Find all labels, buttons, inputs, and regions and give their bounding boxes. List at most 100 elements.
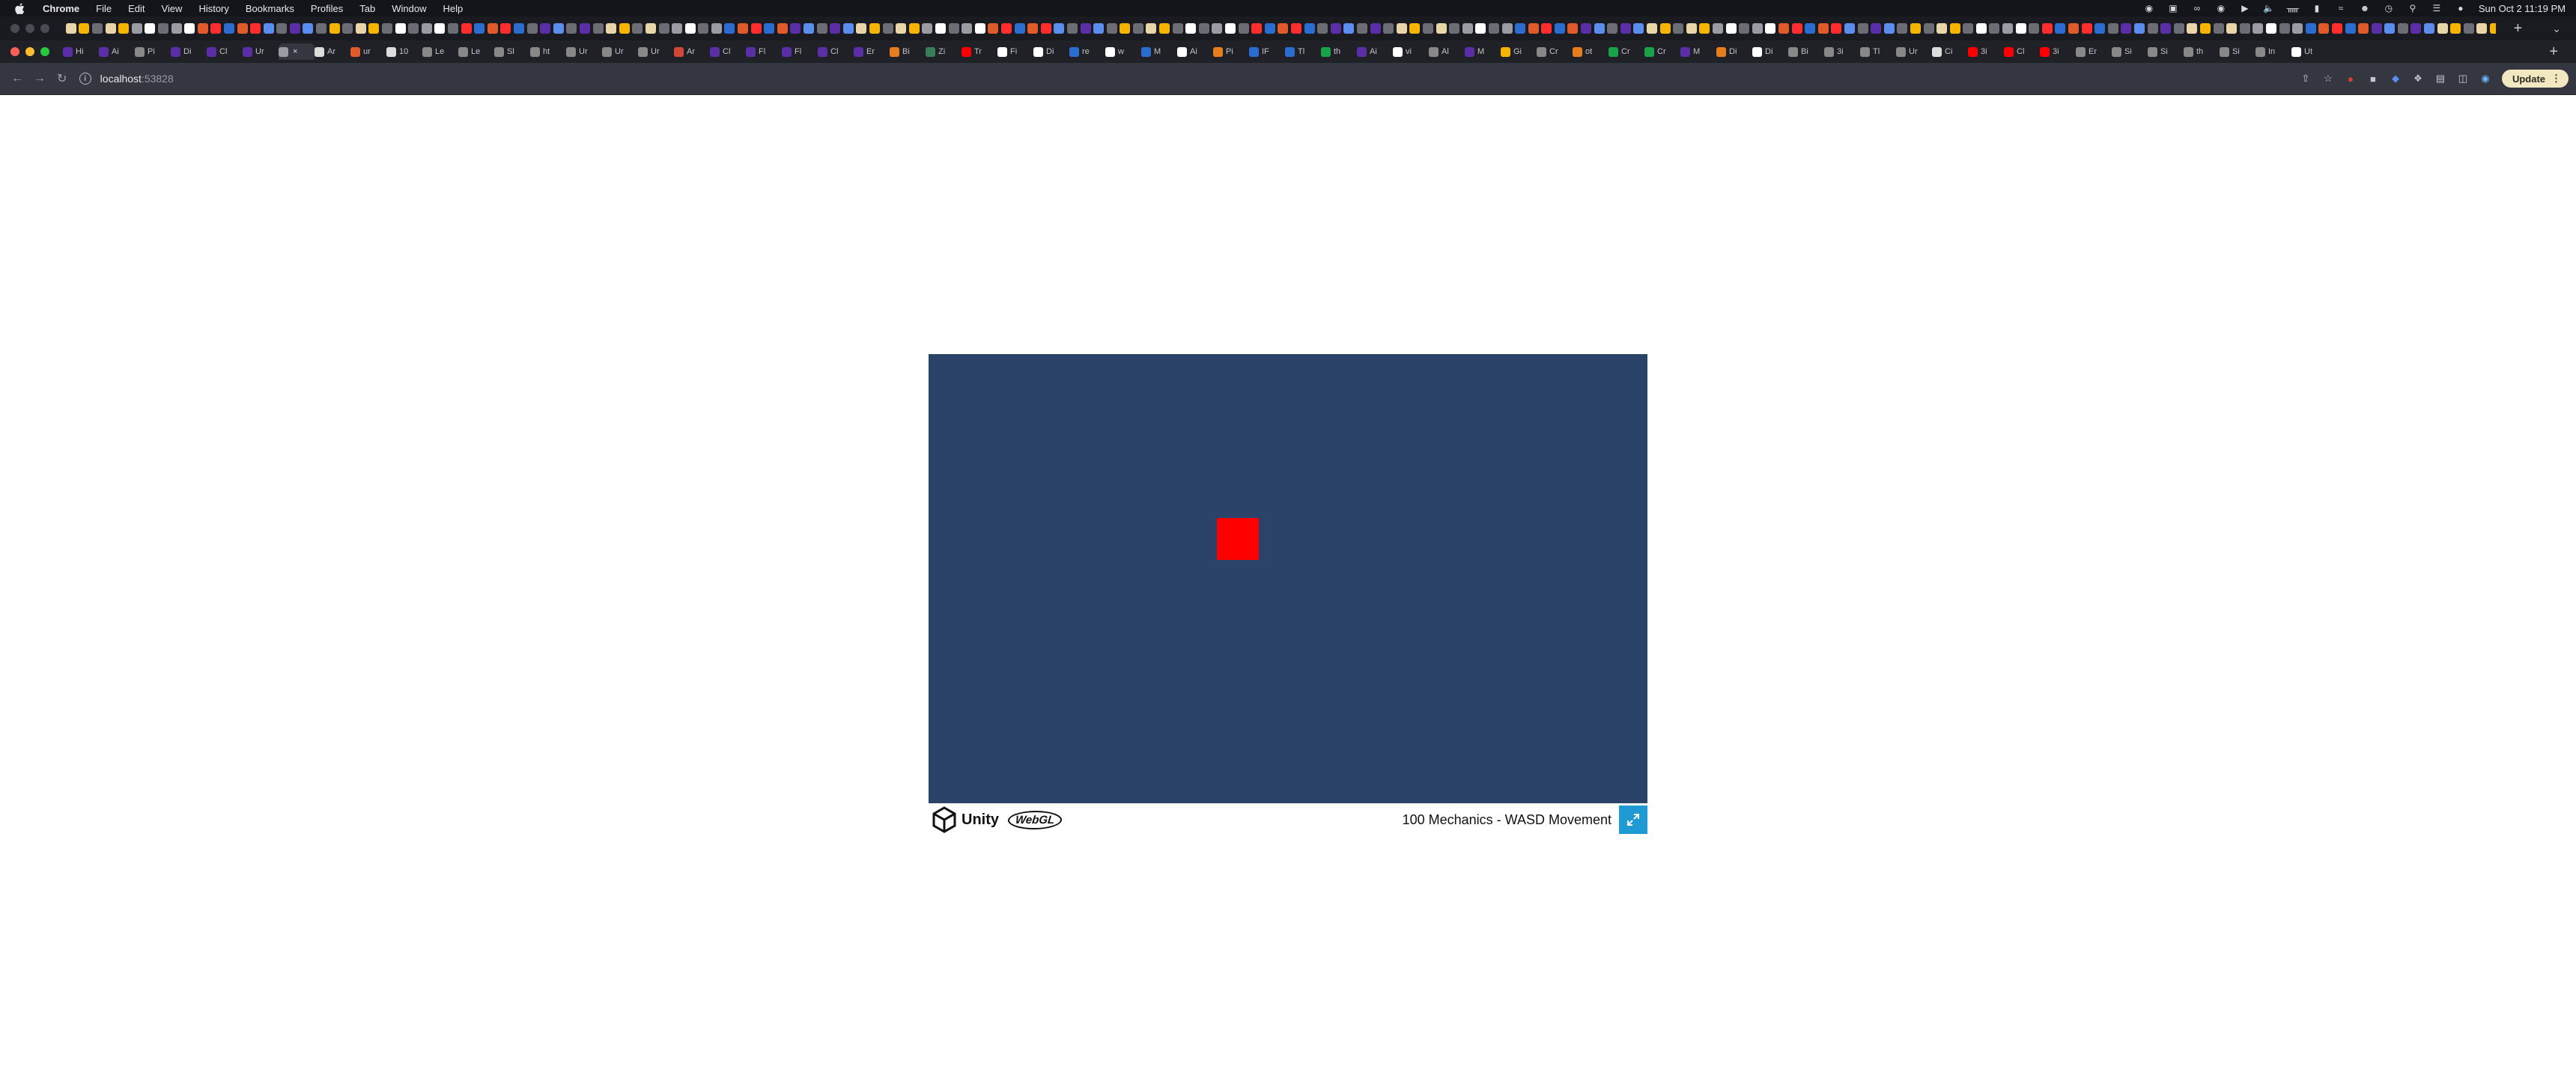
- browser-tab[interactable]: Di: [1752, 43, 1788, 60]
- unity-game-canvas[interactable]: [929, 354, 1647, 803]
- pinned-tab[interactable]: [1278, 23, 1289, 34]
- pinned-tab[interactable]: [1066, 23, 1078, 34]
- pinned-tab[interactable]: [2253, 23, 2264, 34]
- pinned-tab[interactable]: [1120, 23, 1131, 34]
- browser-tab[interactable]: Fl: [746, 43, 782, 60]
- pinned-tab[interactable]: [1923, 23, 1934, 34]
- menu-window[interactable]: Window: [383, 3, 434, 14]
- battery-icon[interactable]: ▮: [2311, 3, 2323, 13]
- pinned-tab[interactable]: [2331, 23, 2342, 34]
- browser-tab[interactable]: M: [1465, 43, 1501, 60]
- pinned-tab[interactable]: [171, 23, 182, 34]
- pinned-tab[interactable]: [2121, 23, 2132, 34]
- pinned-tab[interactable]: [1159, 23, 1170, 34]
- pinned-tab[interactable]: [1817, 23, 1829, 34]
- extension-gray-icon[interactable]: ■: [2367, 73, 2379, 85]
- pinned-tab[interactable]: [355, 23, 366, 34]
- pinned-tab[interactable]: [1501, 23, 1513, 34]
- pinned-tab[interactable]: [2134, 23, 2145, 34]
- pinned-tab[interactable]: [2160, 23, 2172, 34]
- pinned-tab[interactable]: [1949, 23, 1960, 34]
- pinned-tab[interactable]: [461, 23, 472, 34]
- pinned-tab[interactable]: [421, 23, 432, 34]
- browser-tab[interactable]: Ai: [99, 43, 135, 60]
- pinned-tab[interactable]: [2318, 23, 2330, 34]
- pinned-tab[interactable]: [1739, 23, 1750, 34]
- pinned-tab[interactable]: [1040, 23, 1051, 34]
- pinned-tab[interactable]: [1805, 23, 1816, 34]
- pinned-tab[interactable]: [1515, 23, 1526, 34]
- browser-tab[interactable]: Fl: [782, 43, 818, 60]
- pinned-tab[interactable]: [922, 23, 933, 34]
- update-button[interactable]: Update ⋮: [2501, 70, 2569, 88]
- pinned-tab[interactable]: [1844, 23, 1855, 34]
- close-tab-icon[interactable]: ×: [293, 47, 297, 56]
- browser-tab[interactable]: Ur: [638, 43, 674, 60]
- browser-tab[interactable]: Er: [2076, 43, 2112, 60]
- pinned-tab[interactable]: [1765, 23, 1776, 34]
- minimize-window-button[interactable]: [25, 47, 34, 56]
- pinned-tab[interactable]: [908, 23, 920, 34]
- pinned-tab[interactable]: [553, 23, 564, 34]
- pinned-tab[interactable]: [672, 23, 683, 34]
- site-info-icon[interactable]: i: [79, 73, 91, 85]
- pinned-tab[interactable]: [448, 23, 459, 34]
- browser-tab[interactable]: IF: [1249, 43, 1285, 60]
- pinned-tab[interactable]: [1554, 23, 1565, 34]
- pinned-tab[interactable]: [2411, 23, 2422, 34]
- screen-share-icon[interactable]: ▣: [2167, 3, 2179, 13]
- browser-tab[interactable]: Cl: [207, 43, 243, 60]
- browser-tab[interactable]: M: [1141, 43, 1177, 60]
- apple-icon[interactable]: [13, 2, 25, 14]
- pinned-tab[interactable]: [2239, 23, 2250, 34]
- browser-tab[interactable]: In: [2255, 43, 2291, 60]
- pinned-tab[interactable]: [474, 23, 485, 34]
- new-tab-icon[interactable]: +: [2549, 43, 2558, 61]
- pinned-tab[interactable]: [684, 23, 696, 34]
- back-arrow-icon[interactable]: ←: [9, 70, 25, 87]
- pinned-tab[interactable]: [935, 23, 946, 34]
- pinned-tab[interactable]: [1238, 23, 1249, 34]
- pinned-tab[interactable]: [157, 23, 168, 34]
- pinned-tab[interactable]: [540, 23, 551, 34]
- browser-tab[interactable]: re: [1069, 43, 1105, 60]
- pinned-tab[interactable]: [1857, 23, 1868, 34]
- pinned-tab[interactable]: [764, 23, 775, 34]
- pinned-tab[interactable]: [1422, 23, 1433, 34]
- pinned-tab[interactable]: [1370, 23, 1381, 34]
- pinned-tab[interactable]: [1027, 23, 1039, 34]
- browser-tab[interactable]: Al: [1429, 43, 1465, 60]
- pinned-tab[interactable]: [1883, 23, 1895, 34]
- pinned-tab[interactable]: [1080, 23, 1091, 34]
- browser-tab[interactable]: th: [2184, 43, 2220, 60]
- pinned-tab[interactable]: [2107, 23, 2118, 34]
- browser-tab[interactable]: Bi: [1788, 43, 1824, 60]
- pinned-tab[interactable]: [2279, 23, 2290, 34]
- pinned-tab[interactable]: [79, 23, 90, 34]
- pinned-tab[interactable]: [2068, 23, 2080, 34]
- pinned-tab[interactable]: [1172, 23, 1183, 34]
- pinned-tab[interactable]: [698, 23, 709, 34]
- pinned-tab[interactable]: [1871, 23, 1882, 34]
- browser-tab[interactable]: Le: [422, 43, 458, 60]
- browser-tab[interactable]: 3i: [1968, 43, 2004, 60]
- pinned-tab[interactable]: [2015, 23, 2026, 34]
- pinned-tab[interactable]: [289, 23, 300, 34]
- pinned-tab[interactable]: [2055, 23, 2066, 34]
- pinned-tab[interactable]: [1936, 23, 1948, 34]
- browser-tab[interactable]: Cr: [1537, 43, 1573, 60]
- browser-tab[interactable]: Ur: [566, 43, 602, 60]
- pinned-tab[interactable]: [1462, 23, 1473, 34]
- pinned-tab[interactable]: [2371, 23, 2382, 34]
- pinned-tab[interactable]: [1778, 23, 1789, 34]
- pinned-tab[interactable]: [91, 23, 103, 34]
- pinned-tab[interactable]: [1356, 23, 1367, 34]
- menu-file[interactable]: File: [88, 3, 120, 14]
- bookmark-star-icon[interactable]: ☆: [2322, 73, 2334, 85]
- zoom-window-button[interactable]: [40, 47, 49, 56]
- browser-tab[interactable]: ot: [1573, 43, 1609, 60]
- browser-tab[interactable]: Hi: [63, 43, 99, 60]
- pinned-tab[interactable]: [1014, 23, 1025, 34]
- pinned-tab[interactable]: [382, 23, 393, 34]
- pinned-tab[interactable]: [1185, 23, 1197, 34]
